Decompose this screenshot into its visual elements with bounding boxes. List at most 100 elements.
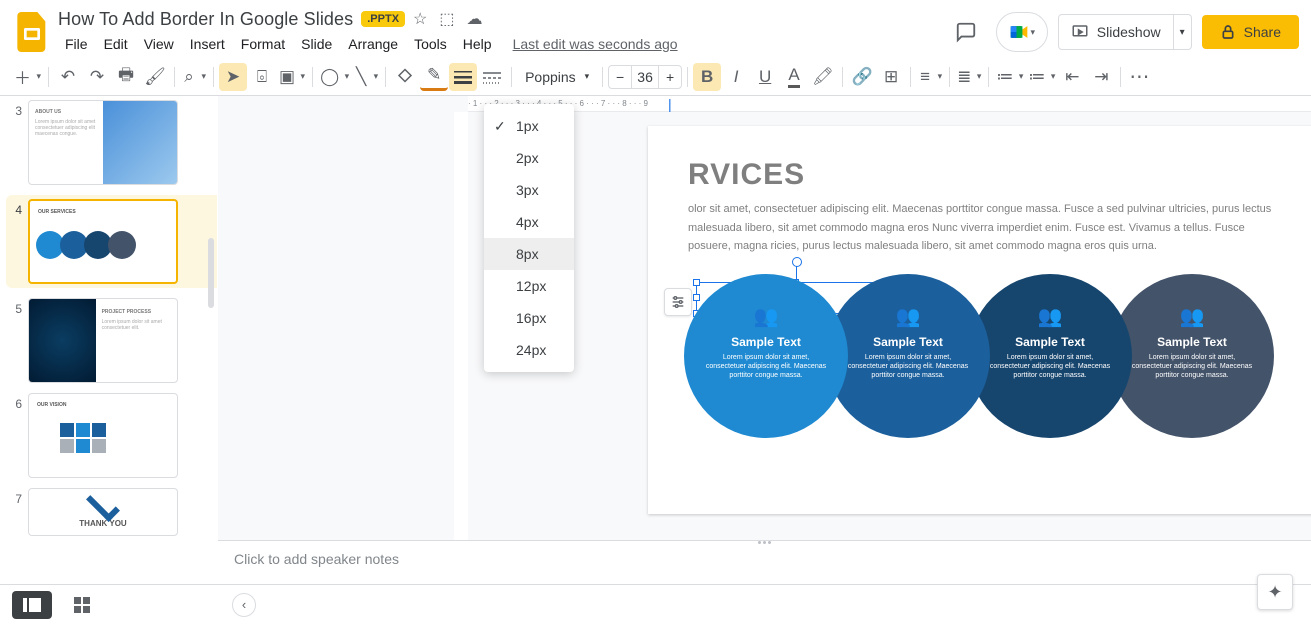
format-options-fab[interactable] (664, 288, 692, 316)
meet-button[interactable]: ▾ (996, 12, 1048, 52)
service-circle-1[interactable]: 👥Sample TextLorem ipsum dolor sit amet, … (684, 274, 848, 438)
people-icon: 👥 (896, 304, 921, 329)
horizontal-ruler[interactable]: · 1 · · · 2 · · · 3 · · · 4 · · · 5 · · … (468, 96, 1311, 112)
shape-tool[interactable]: ◯ (318, 63, 351, 91)
more-options-button[interactable]: ⋯ (1126, 63, 1154, 91)
people-icon: 👥 (1180, 304, 1205, 329)
slide-canvas[interactable]: RVICES olor sit amet, consectetuer adipi… (648, 126, 1311, 514)
slides-logo[interactable] (12, 12, 52, 52)
star-icon[interactable]: ☆ (413, 9, 427, 29)
underline-button[interactable]: U (751, 63, 779, 91)
increase-indent-button[interactable]: ⇥ (1087, 63, 1115, 91)
notes-resize-handle[interactable] (750, 538, 780, 544)
thumb-number: 7 (10, 488, 22, 506)
menu-tools[interactable]: Tools (407, 32, 454, 56)
border-width-4px[interactable]: 4px (484, 206, 574, 238)
border-width-12px[interactable]: 12px (484, 270, 574, 302)
bulleted-list-button[interactable]: ≔ (1026, 63, 1057, 91)
bold-button[interactable]: B (693, 63, 721, 91)
line-tool[interactable]: ╲ (352, 63, 380, 91)
doc-title[interactable]: How To Add Border In Google Slides (58, 9, 353, 30)
thumb-number: 4 (10, 199, 22, 217)
grid-view-button[interactable] (62, 591, 102, 619)
slide-panel[interactable]: 3 ABOUT USLorem ipsum dolor sit amet con… (0, 96, 218, 624)
menu-format[interactable]: Format (234, 32, 292, 56)
menu-edit[interactable]: Edit (97, 32, 135, 56)
decrease-indent-button[interactable]: ⇤ (1058, 63, 1086, 91)
slide-thumbnail-6[interactable]: OUR VISION (28, 393, 178, 478)
highlight-color-button[interactable]: 🖍 (809, 63, 837, 91)
cloud-status-icon[interactable]: ☁ (467, 9, 483, 29)
font-size-increase[interactable]: + (659, 66, 681, 88)
redo-button[interactable]: ↷ (83, 63, 111, 91)
rotation-handle[interactable] (796, 265, 797, 279)
paint-format-button[interactable]: 🖌 (141, 63, 169, 91)
insert-link-button[interactable]: 🔗 (848, 63, 876, 91)
border-width-8px[interactable]: 8px (484, 238, 574, 270)
filmstrip-view-button[interactable] (12, 591, 52, 619)
resize-handle[interactable] (693, 294, 700, 301)
undo-button[interactable]: ↶ (54, 63, 82, 91)
slide-title-text[interactable]: RVICES (688, 158, 1288, 192)
resize-handle[interactable] (693, 279, 700, 286)
textbox-tool[interactable]: ⌻ (248, 63, 276, 91)
image-tool[interactable]: ▣ (277, 63, 307, 91)
thumb-number: 5 (10, 298, 22, 316)
border-width-menu: 1px 2px 3px 4px 8px 12px 16px 24px (484, 104, 574, 372)
line-spacing-button[interactable]: ≣ (955, 63, 983, 91)
slideshow-dropdown[interactable]: ▾ (1174, 14, 1192, 50)
menu-view[interactable]: View (137, 32, 181, 56)
thumb-number: 6 (10, 393, 22, 411)
share-button[interactable]: Share (1202, 15, 1299, 49)
people-icon: 👥 (1038, 304, 1063, 329)
fill-color-button[interactable] (391, 63, 419, 91)
explore-button[interactable]: ✦ (1257, 574, 1293, 610)
border-weight-button[interactable] (449, 63, 477, 91)
last-edit-link[interactable]: Last edit was seconds ago (513, 36, 678, 52)
print-button[interactable]: 🖶 (112, 63, 140, 91)
text-color-button[interactable]: A (780, 63, 808, 91)
menu-slide[interactable]: Slide (294, 32, 339, 56)
align-button[interactable]: ≡ (916, 63, 944, 91)
italic-button[interactable]: I (722, 63, 750, 91)
menu-file[interactable]: File (58, 32, 95, 56)
font-family-selector[interactable]: Poppins▾ (517, 63, 597, 91)
menu-insert[interactable]: Insert (183, 32, 232, 56)
border-dash-button[interactable] (478, 63, 506, 91)
menu-help[interactable]: Help (456, 32, 499, 56)
slide-thumbnail-4[interactable]: OUR SERVICES (28, 199, 178, 284)
numbered-list-button[interactable]: ≔ (994, 63, 1025, 91)
collapse-sidebar-button[interactable]: ‹ (232, 593, 256, 617)
toolbar: ＋ ↶ ↷ 🖶 🖌 ⌕ ➤ ⌻ ▣ ◯ ╲ ✎ Poppins▾ − 36 + … (0, 58, 1311, 96)
border-width-2px[interactable]: 2px (484, 142, 574, 174)
bottom-bar: ‹ (0, 584, 1311, 624)
file-ext-badge: .PPTX (361, 11, 405, 27)
speaker-notes[interactable]: Click to add speaker notes (218, 540, 1311, 584)
move-folder-icon[interactable]: ⬚ (439, 9, 454, 29)
border-width-1px[interactable]: 1px (484, 110, 574, 142)
service-circle-4[interactable]: 👥Sample TextLorem ipsum dolor sit amet, … (1110, 274, 1274, 438)
border-width-24px[interactable]: 24px (484, 334, 574, 366)
sidebar-scrollbar[interactable] (208, 238, 214, 308)
comments-button[interactable] (946, 12, 986, 52)
border-width-3px[interactable]: 3px (484, 174, 574, 206)
font-size-decrease[interactable]: − (609, 66, 631, 88)
font-size-input[interactable]: 36 (631, 66, 659, 88)
slideshow-button[interactable]: Slideshow (1058, 14, 1174, 50)
people-icon: 👥 (754, 304, 779, 329)
select-tool[interactable]: ➤ (219, 63, 247, 91)
slide-thumbnail-7[interactable]: THANK YOU (28, 488, 178, 536)
zoom-button[interactable]: ⌕ (180, 63, 208, 91)
slide-thumbnail-3[interactable]: ABOUT USLorem ipsum dolor sit amet conse… (28, 100, 178, 185)
menu-arrange[interactable]: Arrange (341, 32, 405, 56)
service-circle-3[interactable]: 👥Sample TextLorem ipsum dolor sit amet, … (968, 274, 1132, 438)
slideshow-label: Slideshow (1097, 24, 1161, 40)
speaker-notes-placeholder: Click to add speaker notes (234, 551, 399, 567)
service-circle-2[interactable]: 👥Sample TextLorem ipsum dolor sit amet, … (826, 274, 990, 438)
border-width-16px[interactable]: 16px (484, 302, 574, 334)
slide-body-text[interactable]: olor sit amet, consectetuer adipiscing e… (688, 200, 1288, 256)
insert-comment-button[interactable]: ⊞ (877, 63, 905, 91)
slide-thumbnail-5[interactable]: PROJECT PROCESSLorem ipsum dolor sit ame… (28, 298, 178, 383)
new-slide-button[interactable]: ＋ (12, 63, 43, 91)
border-color-button[interactable]: ✎ (420, 63, 448, 91)
